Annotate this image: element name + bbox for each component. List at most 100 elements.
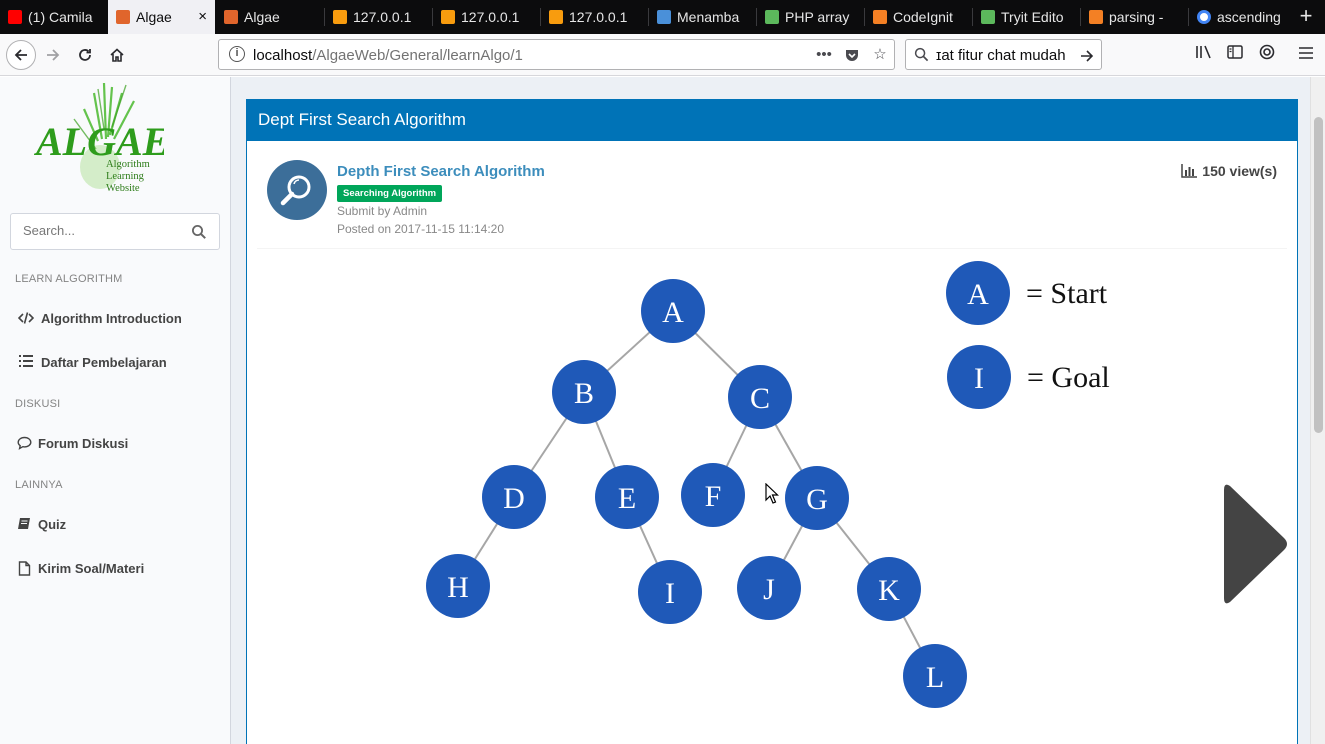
- legend: A = Start I = Goal: [946, 261, 1110, 409]
- home-icon: [110, 48, 124, 62]
- arrow-right-icon[interactable]: [1079, 44, 1095, 69]
- browser-tab-active[interactable]: Algae ×: [108, 0, 215, 34]
- new-tab-button[interactable]: +: [1291, 0, 1321, 34]
- sidebar-item-quiz[interactable]: Quiz: [0, 505, 230, 545]
- browser-tab[interactable]: 127.0.0.1: [325, 0, 432, 34]
- url-bar[interactable]: i localhost/AlgaeWeb/General/learnAlgo/1…: [218, 39, 895, 70]
- page-actions-icon[interactable]: •••: [814, 45, 834, 65]
- view-count: 150 view(s): [1181, 163, 1277, 179]
- svg-text:Website: Website: [106, 183, 140, 194]
- pocket-shape: [846, 50, 858, 61]
- node-i-label: I: [665, 577, 675, 610]
- youtube-icon: [8, 10, 22, 24]
- legend-node-a-label: A: [967, 278, 989, 311]
- sidebar-item-algorithm-introduction[interactable]: Algorithm Introduction: [0, 299, 230, 339]
- bookmark-star-icon[interactable]: ☆: [870, 45, 890, 65]
- library-icon[interactable]: [1193, 44, 1215, 66]
- browser-tab[interactable]: Menamba: [649, 0, 756, 34]
- node-d: D: [482, 465, 546, 529]
- url-text[interactable]: localhost/AlgaeWeb/General/learnAlgo/1: [253, 47, 523, 64]
- comment-icon: [16, 436, 32, 452]
- sidebar-item-kirim-soal-materi[interactable]: Kirim Soal/Materi: [0, 549, 230, 589]
- navigation-toolbar: i localhost/AlgaeWeb/General/learnAlgo/1…: [0, 34, 1325, 76]
- scrollbar-thumb[interactable]: [1314, 117, 1323, 433]
- node-g-label: G: [806, 483, 828, 516]
- arrow-right-icon: [47, 49, 60, 61]
- node-j: J: [737, 556, 801, 620]
- phpmyadmin-icon: [441, 10, 455, 24]
- post-title[interactable]: Depth First Search Algorithm: [337, 163, 545, 180]
- svg-text:ALGAE: ALGAE: [34, 119, 164, 164]
- phpmyadmin-icon: [333, 10, 347, 24]
- legend-text-1: = Goal: [1027, 361, 1110, 394]
- node-h: H: [426, 554, 490, 618]
- avatar: [267, 160, 327, 220]
- xampp-icon: [224, 10, 238, 24]
- browser-tab[interactable]: 127.0.0.1: [541, 0, 648, 34]
- browser-tab[interactable]: ascending: [1189, 0, 1289, 34]
- browser-tab[interactable]: Tryit Edito: [973, 0, 1080, 34]
- section-header-diskusi: DISKUSI: [15, 398, 61, 410]
- node-l: L: [903, 644, 967, 708]
- sync-icon[interactable]: [1256, 44, 1278, 66]
- w3schools-icon: [981, 10, 995, 24]
- scrollbar[interactable]: [1310, 77, 1325, 744]
- w3schools-icon: [765, 10, 779, 24]
- next-slide-arrow-icon[interactable]: [1220, 482, 1292, 606]
- close-tab-icon[interactable]: ×: [198, 0, 207, 34]
- search-icon[interactable]: [191, 224, 207, 240]
- back-button[interactable]: [6, 40, 36, 70]
- reload-icon: [79, 49, 91, 61]
- reload-button[interactable]: [70, 40, 100, 70]
- svg-text:Algorithm: Algorithm: [106, 159, 150, 170]
- node-b-label: B: [574, 377, 594, 410]
- node-e-label: E: [618, 482, 636, 515]
- sidebar-toggle-icon[interactable]: [1224, 44, 1246, 66]
- browser-tab[interactable]: parsing -: [1081, 0, 1188, 34]
- home-button[interactable]: [102, 40, 132, 70]
- sidebar-item-daftar-pembelajaran[interactable]: Daftar Pembelajaran: [0, 343, 230, 383]
- search-input[interactable]: [23, 223, 183, 238]
- post-date: Posted on 2017-11-15 11:14:20: [337, 222, 505, 236]
- info-icon[interactable]: i: [229, 46, 245, 62]
- stackoverflow-icon: [873, 10, 887, 24]
- sidebar-search: [10, 213, 220, 250]
- book-icon: [16, 517, 32, 533]
- search-query[interactable]: ɪat fitur chat mudah: [936, 47, 1077, 64]
- svg-text:Learning: Learning: [106, 171, 145, 182]
- browser-tab[interactable]: Algae: [216, 0, 324, 34]
- list-icon: [18, 355, 34, 371]
- node-i: I: [638, 560, 702, 624]
- post-author: Submit by Admin: [337, 204, 428, 218]
- sidebar-item-forum-diskusi[interactable]: Forum Diskusi: [0, 424, 230, 464]
- hamburger-menu-icon[interactable]: [1295, 44, 1317, 66]
- arrow-left-icon: [14, 49, 27, 61]
- medium-icon: [657, 10, 671, 24]
- magnifier-icon: [280, 175, 311, 206]
- browser-tab[interactable]: CodeIgnit: [865, 0, 972, 34]
- node-b: B: [552, 360, 616, 424]
- browser-tab[interactable]: PHP array: [757, 0, 864, 34]
- tab-strip: (1) Camila Algae × Algae 127.0.0.1 127.0…: [0, 0, 1325, 34]
- node-c: C: [728, 365, 792, 429]
- forward-button[interactable]: [38, 40, 68, 70]
- box-title: Dept First Search Algorithm: [247, 99, 1298, 141]
- mouse-cursor-icon: [765, 483, 779, 504]
- pocket-icon[interactable]: [842, 45, 862, 65]
- node-f: F: [681, 463, 745, 527]
- section-header-lainnya: LAINNYA: [15, 479, 63, 491]
- post-header: Depth First Search Algorithm Searching A…: [257, 141, 1287, 249]
- sidebar: ALGAE Algorithm Learning Website LEARN A…: [0, 77, 231, 744]
- page-viewport: ALGAE Algorithm Learning Website LEARN A…: [0, 77, 1325, 744]
- algae-logo[interactable]: ALGAE Algorithm Learning Website: [34, 79, 164, 197]
- node-l-label: L: [926, 661, 944, 694]
- legend-node-i-label: I: [974, 362, 984, 395]
- browser-tab[interactable]: 127.0.0.1: [433, 0, 540, 34]
- browser-tab[interactable]: (1) Camila: [0, 0, 108, 34]
- bar-chart-icon: [1181, 164, 1198, 178]
- node-k: K: [857, 557, 921, 621]
- search-bar[interactable]: ɪat fitur chat mudah: [905, 39, 1102, 70]
- phpmyadmin-icon: [549, 10, 563, 24]
- node-a-label: A: [662, 296, 684, 329]
- nodes: A B C D E F G H I J K L: [426, 279, 967, 708]
